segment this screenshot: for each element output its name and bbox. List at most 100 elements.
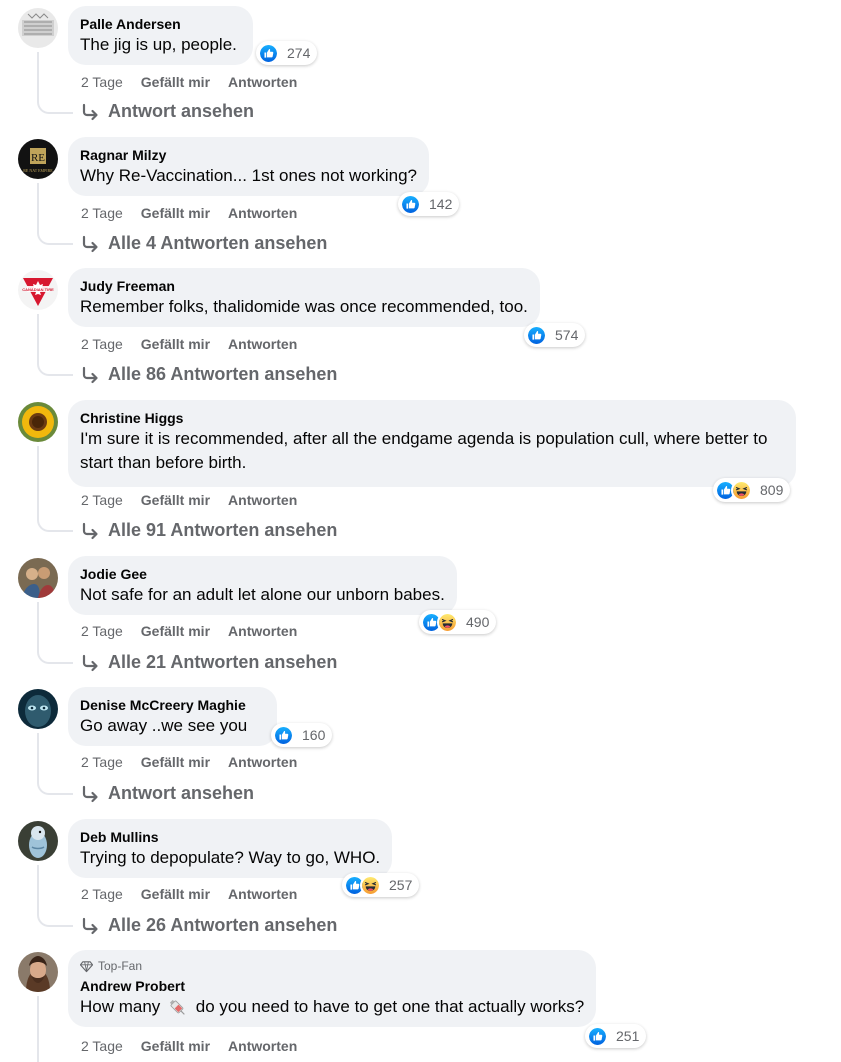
avatar[interactable]: RE RE NAT EMPIRE xyxy=(18,139,58,179)
view-replies-label: Alle 91 Antworten ansehen xyxy=(108,520,338,540)
comment-timestamp[interactable]: 2 Tage xyxy=(81,623,123,639)
comment-author[interactable]: Christine Higgs xyxy=(80,409,784,427)
reply-arrow-icon xyxy=(80,234,100,254)
thread-line xyxy=(37,865,39,913)
reply-arrow-icon xyxy=(80,365,100,385)
like-button[interactable]: Gefällt mir xyxy=(141,754,210,770)
reaction-summary[interactable]: 160 xyxy=(271,723,333,747)
comment-author[interactable]: Andrew Probert xyxy=(80,977,584,995)
reaction-count: 257 xyxy=(389,877,413,893)
comment-text: Why Re-Vaccination... 1st ones not worki… xyxy=(80,166,418,185)
comment-timestamp[interactable]: 2 Tage xyxy=(81,205,123,221)
reply-arrow-icon xyxy=(80,102,100,122)
like-icon xyxy=(400,193,421,215)
syringe-emoji-icon xyxy=(169,999,185,1015)
like-button[interactable]: Gefällt mir xyxy=(141,336,210,352)
like-button[interactable]: Gefällt mir xyxy=(141,1038,210,1054)
like-button[interactable]: Gefällt mir xyxy=(141,205,210,221)
comment-timestamp[interactable]: 2 Tage xyxy=(81,886,123,902)
reaction-summary[interactable]: 251 xyxy=(585,1024,647,1048)
comment-text: Trying to depopulate? Way to go, WHO. xyxy=(80,848,381,867)
view-replies-link[interactable]: Alle 21 Antworten ansehen xyxy=(80,652,337,673)
avatar[interactable] xyxy=(18,689,58,729)
comment-timestamp[interactable]: 2 Tage xyxy=(81,1038,123,1054)
comment-text: Go away ..we see you xyxy=(80,716,248,735)
thread-connector xyxy=(37,227,73,245)
view-replies-link[interactable]: Alle 26 Antworten ansehen xyxy=(80,915,337,936)
reply-button[interactable]: Antworten xyxy=(228,492,297,508)
comment-bubble: Deb Mullins Trying to depopulate? Way to… xyxy=(68,819,393,878)
reply-arrow-icon xyxy=(80,916,100,936)
reply-button[interactable]: Antworten xyxy=(228,886,297,902)
reaction-summary[interactable]: 257 xyxy=(342,873,420,897)
reply-button[interactable]: Antworten xyxy=(228,336,297,352)
reaction-count: 274 xyxy=(287,45,311,61)
comment-timestamp[interactable]: 2 Tage xyxy=(81,74,123,90)
comment-author[interactable]: Palle Andersen xyxy=(80,15,241,33)
like-button[interactable]: Gefällt mir xyxy=(141,886,210,902)
reaction-count: 142 xyxy=(429,196,453,212)
reaction-count: 160 xyxy=(302,727,326,743)
reply-button[interactable]: Antworten xyxy=(228,74,297,90)
avatar[interactable] xyxy=(18,558,58,598)
reaction-summary[interactable]: 809 xyxy=(713,478,791,502)
thread-line xyxy=(37,602,39,650)
svg-text:RE NAT EMPIRE: RE NAT EMPIRE xyxy=(23,168,53,173)
svg-text:RE: RE xyxy=(31,152,45,164)
comment-author[interactable]: Denise McCreery Maghie xyxy=(80,696,265,714)
thread-line xyxy=(37,314,39,362)
comment-text: The jig is up, people. xyxy=(80,35,237,54)
comment-author[interactable]: Deb Mullins xyxy=(80,828,380,846)
reaction-count: 490 xyxy=(466,614,490,630)
reply-button[interactable]: Antworten xyxy=(228,205,297,221)
reply-button[interactable]: Antworten xyxy=(228,754,297,770)
like-button[interactable]: Gefällt mir xyxy=(141,492,210,508)
haha-icon xyxy=(360,874,381,896)
thread-connector xyxy=(37,646,73,664)
view-replies-link[interactable]: Alle 86 Antworten ansehen xyxy=(80,364,337,385)
reaction-summary[interactable]: 490 xyxy=(419,610,497,634)
comment-author[interactable]: Judy Freeman xyxy=(80,277,528,295)
comment-text-part: do you need to have to get one that actu… xyxy=(195,997,585,1016)
comment-timestamp[interactable]: 2 Tage xyxy=(81,754,123,770)
avatar[interactable]: CANADIAN TIRE xyxy=(18,270,58,310)
comment-timestamp[interactable]: 2 Tage xyxy=(81,336,123,352)
view-replies-link[interactable]: Antwort ansehen xyxy=(80,101,254,122)
thread-line xyxy=(37,996,39,1062)
thread-connector xyxy=(37,909,73,927)
reply-button[interactable]: Antworten xyxy=(228,623,297,639)
haha-icon xyxy=(437,611,458,633)
view-replies-label: Antwort ansehen xyxy=(108,101,255,121)
comment-timestamp[interactable]: 2 Tage xyxy=(81,492,123,508)
comment-author[interactable]: Jodie Gee xyxy=(80,565,445,583)
like-icon xyxy=(526,324,547,346)
comment-text: Not safe for an adult let alone our unbo… xyxy=(80,585,445,604)
reaction-summary[interactable]: 142 xyxy=(398,192,460,216)
view-replies-label: Alle 4 Antworten ansehen xyxy=(108,233,328,253)
view-replies-link[interactable]: Alle 4 Antworten ansehen xyxy=(80,233,327,254)
view-replies-link[interactable]: Antwort ansehen xyxy=(80,783,254,804)
reply-button[interactable]: Antworten xyxy=(228,1038,297,1054)
view-replies-link[interactable]: Alle 91 Antworten ansehen xyxy=(80,520,337,541)
like-button[interactable]: Gefällt mir xyxy=(141,623,210,639)
avatar[interactable] xyxy=(18,821,58,861)
reply-arrow-icon xyxy=(80,521,100,541)
view-replies-label: Alle 21 Antworten ansehen xyxy=(108,652,338,672)
thread-line xyxy=(37,446,39,518)
thread-connector xyxy=(37,514,73,532)
comment-text-part: How many xyxy=(80,997,161,1016)
like-button[interactable]: Gefällt mir xyxy=(141,74,210,90)
avatar[interactable] xyxy=(18,8,58,48)
comment-bubble: Ragnar Milzy Why Re-Vaccination... 1st o… xyxy=(68,137,430,196)
thread-line xyxy=(37,52,39,100)
reaction-summary[interactable]: 274 xyxy=(256,41,318,65)
avatar[interactable] xyxy=(18,952,58,992)
view-replies-label: Antwort ansehen xyxy=(108,783,255,803)
avatar[interactable] xyxy=(18,402,58,442)
diamond-icon xyxy=(80,960,93,972)
comment-author[interactable]: Ragnar Milzy xyxy=(80,146,417,164)
reaction-count: 251 xyxy=(616,1028,640,1044)
reaction-summary[interactable]: 574 xyxy=(524,323,586,347)
svg-text:CANADIAN TIRE: CANADIAN TIRE xyxy=(22,287,54,292)
comment-bubble: Jodie Gee Not safe for an adult let alon… xyxy=(68,556,457,615)
